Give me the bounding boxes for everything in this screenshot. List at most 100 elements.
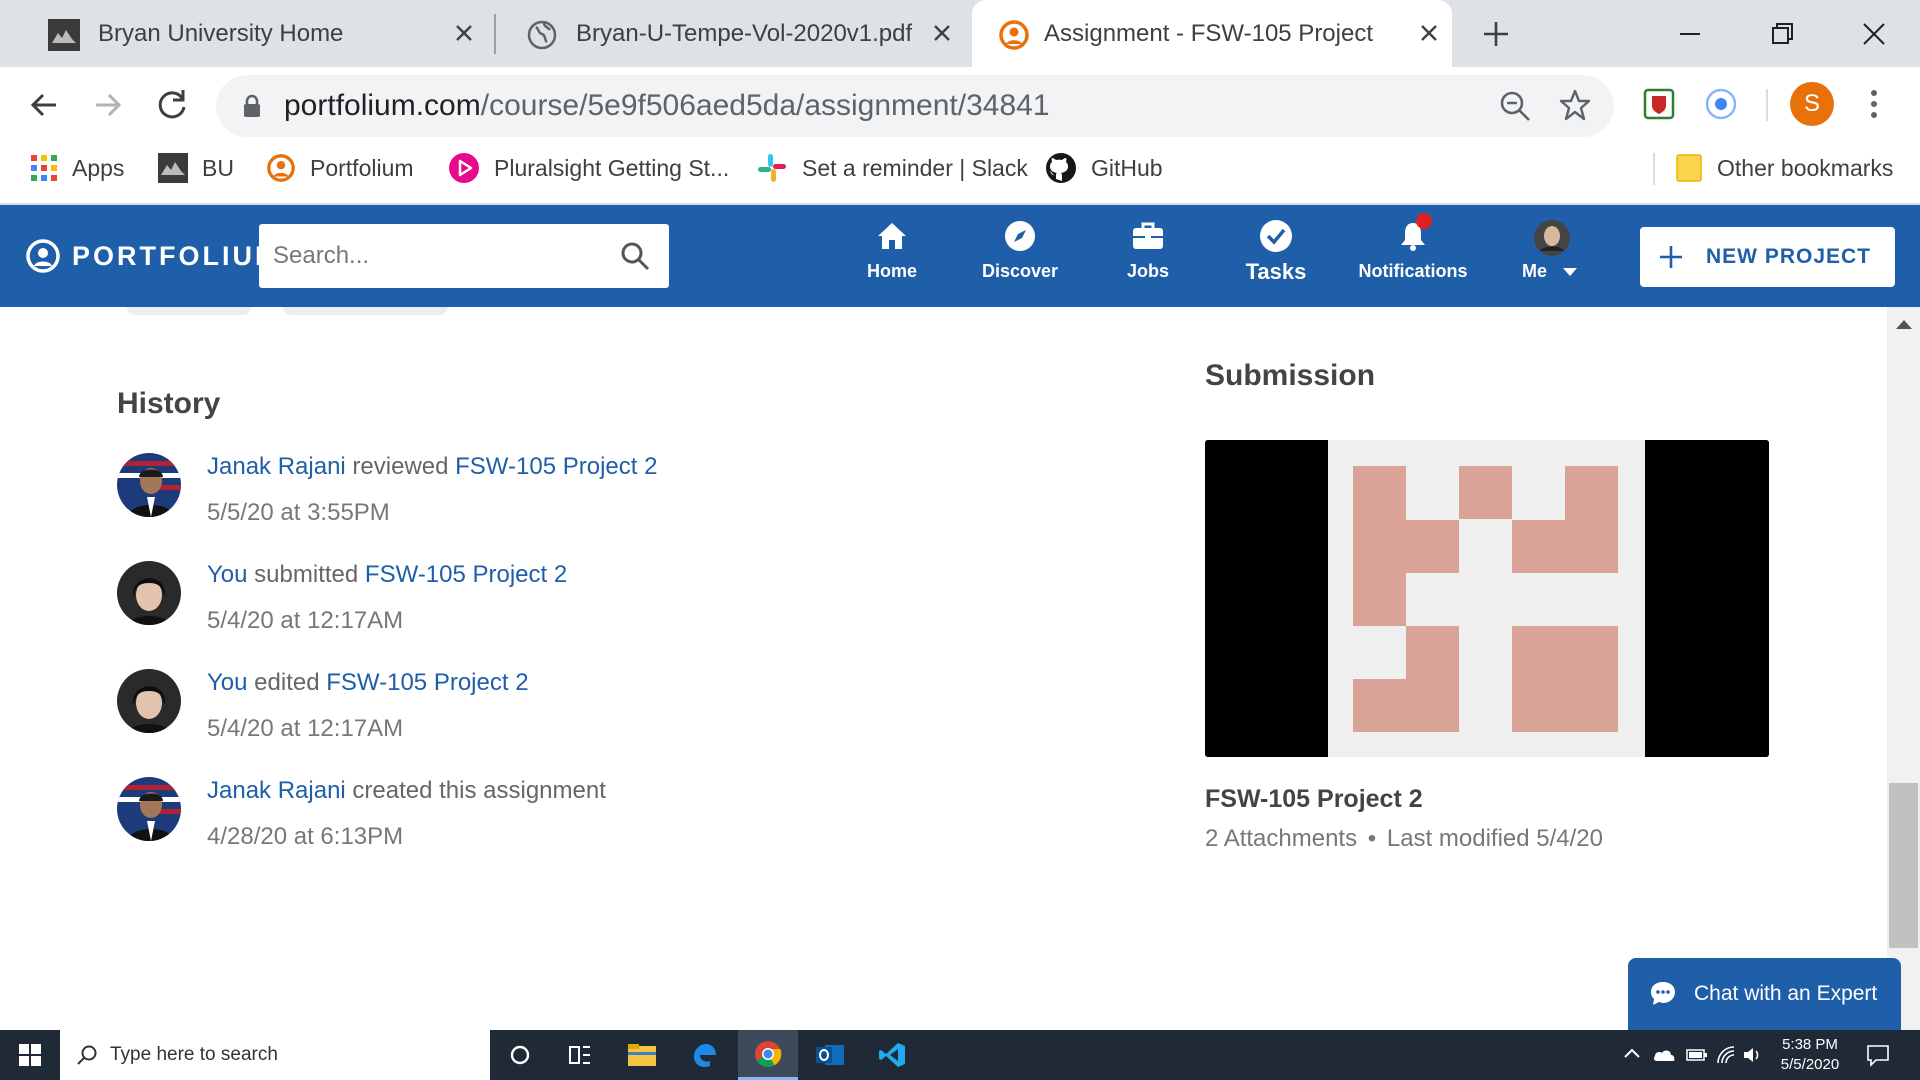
- extension-record-icon[interactable]: [1704, 87, 1738, 121]
- edge-icon[interactable]: [674, 1030, 734, 1080]
- restore-icon[interactable]: [1764, 16, 1800, 52]
- battery-icon[interactable]: [1686, 1048, 1708, 1062]
- actor-link[interactable]: Janak Rajani: [207, 453, 346, 480]
- bookmark-other[interactable]: Other bookmarks: [1675, 150, 1893, 186]
- home-icon: [875, 219, 909, 253]
- scroll-up-arrow-icon[interactable]: [1895, 318, 1913, 330]
- action-center-icon[interactable]: [1866, 1043, 1890, 1067]
- task-view-icon[interactable]: [550, 1030, 610, 1080]
- nav-label: Tasks: [1245, 259, 1307, 284]
- close-tab-icon[interactable]: [931, 22, 953, 44]
- volume-icon[interactable]: [1742, 1046, 1762, 1064]
- target-link[interactable]: FSW-105 Project 2: [326, 669, 528, 696]
- history-heading: History: [117, 387, 221, 420]
- tab-assignment[interactable]: Assignment - FSW-105 Project 2 | Po: [972, 0, 1452, 67]
- nav-jobs[interactable]: Jobs: [1088, 219, 1208, 282]
- reload-icon[interactable]: [150, 83, 194, 127]
- file-explorer-icon[interactable]: [612, 1030, 672, 1080]
- chat-expert-button[interactable]: Chat with an Expert: [1628, 958, 1901, 1030]
- tab-pdf[interactable]: Bryan-U-Tempe-Vol-2020v1.pdf: [488, 0, 968, 67]
- reviewer-avatar[interactable]: [117, 777, 181, 841]
- nav-home[interactable]: Home: [832, 219, 952, 282]
- submission-thumbnail[interactable]: [1205, 440, 1769, 757]
- url-text: portfolium.com/course/5e9f506aed5da/assi…: [284, 89, 1050, 123]
- portfolium-logo-icon[interactable]: [25, 238, 61, 274]
- profile-avatar[interactable]: S: [1790, 82, 1834, 126]
- nav-me[interactable]: Me: [1490, 219, 1610, 282]
- bookmark-github[interactable]: GitHub: [1045, 150, 1163, 186]
- extension-shield-icon[interactable]: [1642, 87, 1676, 121]
- nav-discover[interactable]: Discover: [960, 219, 1080, 282]
- attachments-count: 2 Attachments: [1205, 825, 1358, 852]
- onedrive-icon[interactable]: [1652, 1046, 1676, 1062]
- history-item: Janak Rajani created this assignment 4/2…: [117, 777, 1017, 867]
- vscode-icon[interactable]: [862, 1030, 922, 1080]
- nav-notifications[interactable]: Notifications: [1353, 213, 1473, 282]
- scrollbar-thumb[interactable]: [1889, 783, 1918, 948]
- target-link[interactable]: FSW-105 Project 2: [455, 453, 657, 480]
- bookmark-pluralsight[interactable]: Pluralsight Getting St...: [448, 150, 729, 186]
- nav-tasks[interactable]: Tasks: [1216, 219, 1336, 285]
- lock-icon: [242, 94, 262, 118]
- outlook-icon[interactable]: [800, 1030, 860, 1080]
- portfolium-icon: [267, 154, 295, 182]
- chrome-icon[interactable]: [738, 1030, 798, 1080]
- search-icon[interactable]: [619, 240, 651, 272]
- search-input[interactable]: [273, 224, 613, 288]
- site-logo[interactable]: PORTFOLIUM: [72, 241, 280, 272]
- tray-chevron-up-icon[interactable]: [1624, 1047, 1640, 1059]
- bookmark-label: GitHub: [1091, 154, 1163, 181]
- wifi-icon[interactable]: [1716, 1045, 1736, 1065]
- submission-meta: 2 Attachments • Last modified 5/4/20: [1205, 825, 1603, 853]
- reviewer-avatar[interactable]: [117, 453, 181, 517]
- menu-dots-icon[interactable]: [1862, 87, 1886, 121]
- minimize-icon[interactable]: [1672, 16, 1708, 52]
- zoom-icon[interactable]: [1498, 89, 1532, 123]
- close-window-icon[interactable]: [1856, 16, 1892, 52]
- nav-label: Discover: [981, 261, 1059, 281]
- avatar-icon: [1533, 219, 1570, 256]
- bookmark-label: Portfolium: [310, 154, 414, 181]
- history-text: You submitted FSW-105 Project 2: [207, 561, 567, 589]
- tab-title: Assignment - FSW-105 Project 2 | Po: [1044, 20, 1374, 47]
- user-avatar[interactable]: [117, 669, 181, 733]
- github-icon: [1046, 153, 1076, 183]
- site-header: PORTFOLIUM Home Discover Jobs Tasks Noti…: [0, 205, 1920, 307]
- new-tab-icon[interactable]: [1478, 16, 1514, 52]
- forward-icon[interactable]: [86, 83, 130, 127]
- address-bar[interactable]: portfolium.com/course/5e9f506aed5da/assi…: [216, 75, 1614, 137]
- cortana-icon[interactable]: [490, 1030, 550, 1080]
- compass-icon: [1003, 219, 1037, 253]
- actor-link[interactable]: You: [207, 669, 248, 696]
- new-project-button[interactable]: NEW PROJECT: [1640, 227, 1895, 287]
- tab-bryan-university[interactable]: Bryan University Home: [10, 0, 490, 67]
- nav-me-label: Me: [1521, 261, 1547, 281]
- target-link[interactable]: FSW-105 Project 2: [365, 561, 567, 588]
- tab-strip: Bryan University Home Bryan-U-Tempe-Vol-…: [0, 0, 1920, 67]
- url-host: portfolium.com: [284, 89, 481, 122]
- history-item: You edited FSW-105 Project 2 5/4/20 at 1…: [117, 669, 1017, 759]
- submission-title[interactable]: FSW-105 Project 2: [1205, 785, 1423, 814]
- close-tab-icon[interactable]: [453, 22, 475, 44]
- back-icon[interactable]: [22, 83, 66, 127]
- bookmark-portfolium[interactable]: Portfolium: [266, 150, 414, 186]
- actor-link[interactable]: Janak Rajani: [207, 777, 346, 804]
- history-item: You submitted FSW-105 Project 2 5/4/20 a…: [117, 561, 1017, 651]
- folder-icon: [1676, 154, 1702, 182]
- user-avatar[interactable]: [117, 561, 181, 625]
- system-clock[interactable]: 5:38 PM 5/5/2020: [1760, 1035, 1860, 1075]
- meta-separator: •: [1367, 825, 1377, 852]
- bookmark-bu[interactable]: BU: [158, 150, 234, 186]
- scrolled-chip: [283, 307, 448, 315]
- windows-start-icon[interactable]: [0, 1030, 60, 1080]
- actor-link[interactable]: You: [207, 561, 248, 588]
- bookmark-star-icon[interactable]: [1558, 88, 1592, 122]
- close-tab-icon[interactable]: [1418, 22, 1440, 44]
- bookmark-apps[interactable]: Apps: [30, 150, 124, 186]
- taskbar-search[interactable]: Type here to search: [60, 1030, 490, 1080]
- action-text: edited: [254, 669, 320, 696]
- bookmark-slack[interactable]: Set a reminder | Slack: [756, 150, 1028, 186]
- pluralsight-icon: [449, 153, 479, 183]
- clock-time: 5:38 PM: [1782, 1036, 1838, 1053]
- nav-label: Me: [1490, 261, 1610, 282]
